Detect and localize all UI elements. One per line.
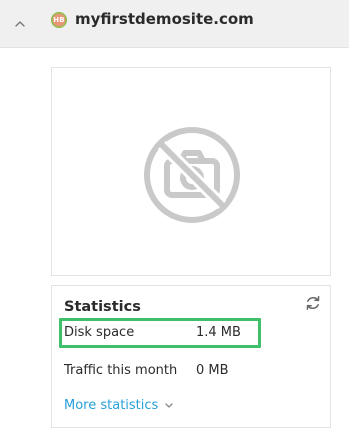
site-header: HB myfirstdemosite.com	[0, 0, 349, 48]
stat-label: Traffic this month	[64, 363, 178, 378]
stat-value: 0 MB	[196, 363, 229, 378]
more-statistics-label: More statistics	[64, 398, 159, 413]
site-preview-card	[51, 67, 331, 276]
stat-label: Disk space	[64, 325, 135, 340]
stat-value: 1.4 MB	[196, 325, 241, 340]
statistics-title: Statistics	[64, 299, 141, 315]
statistics-card: Statistics Disk space 1.4 MB Traffic thi…	[51, 285, 331, 428]
more-statistics-link[interactable]: More statistics	[64, 398, 174, 413]
site-name[interactable]: myfirstdemosite.com	[75, 10, 254, 28]
site-avatar: HB	[51, 12, 67, 28]
stat-row-traffic: Traffic this month 0 MB	[64, 361, 320, 383]
refresh-icon[interactable]	[304, 294, 322, 312]
stat-row-disk-space: Disk space 1.4 MB	[64, 323, 320, 345]
chevron-down-icon	[164, 402, 174, 409]
no-camera-icon	[144, 127, 240, 223]
chevron-up-icon[interactable]	[8, 12, 32, 36]
